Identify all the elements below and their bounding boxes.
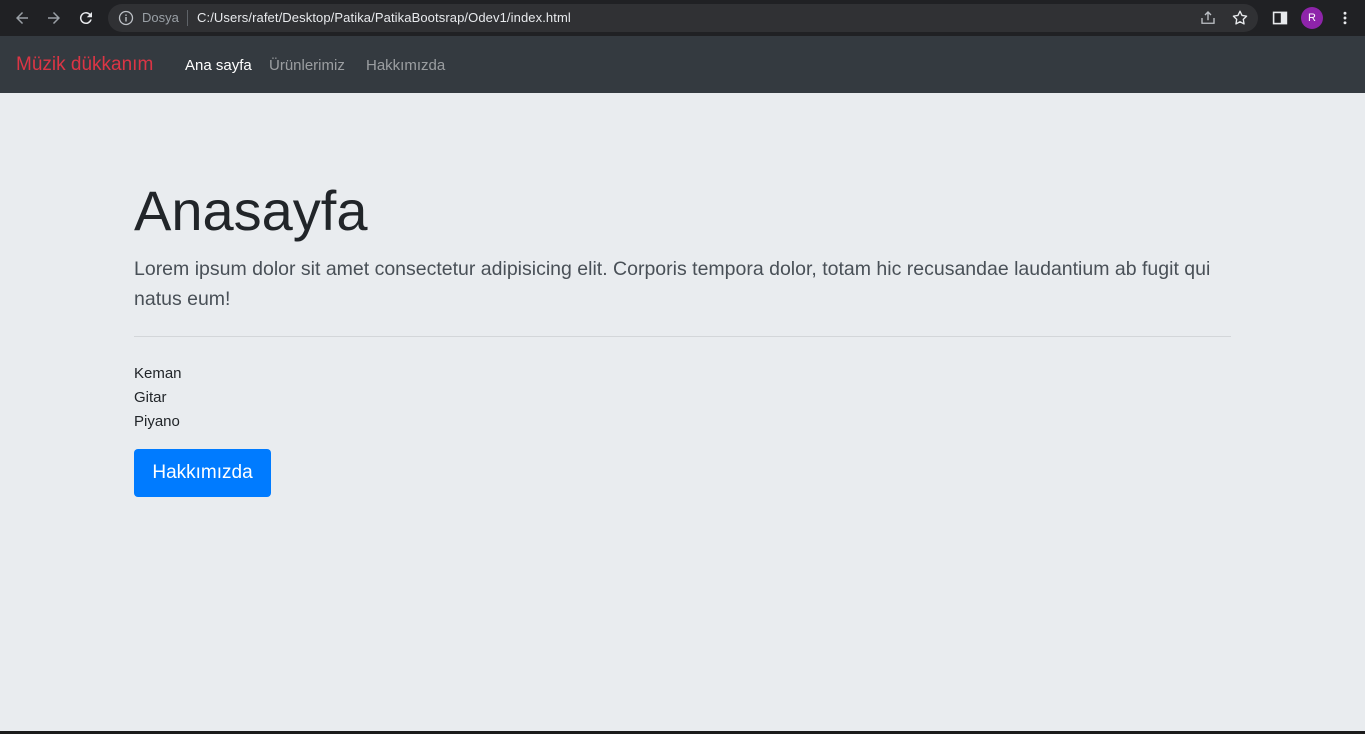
back-icon[interactable]: [10, 6, 34, 30]
browser-toolbar: Dosya C:/Users/rafet/Desktop/Patika/Pati…: [0, 0, 1365, 36]
url-text[interactable]: C:/Users/rafet/Desktop/Patika/PatikaBoot…: [197, 10, 571, 25]
list-item-keman: Keman: [134, 365, 182, 382]
info-icon[interactable]: [118, 10, 134, 26]
about-button[interactable]: Hakkımızda: [134, 449, 271, 497]
nav-link-products[interactable]: Ürünlerimiz: [269, 57, 345, 74]
forward-icon[interactable]: [42, 6, 66, 30]
reload-icon[interactable]: [74, 6, 98, 30]
nav-link-about[interactable]: Hakkımızda: [366, 57, 445, 74]
file-label: Dosya: [142, 10, 179, 25]
list-item-piyano: Piyano: [134, 413, 180, 430]
profile-avatar[interactable]: R: [1301, 7, 1323, 29]
menu-icon[interactable]: [1335, 8, 1355, 28]
lead-paragraph: Lorem ipsum dolor sit amet consectetur a…: [134, 258, 1211, 310]
share-icon[interactable]: [1199, 9, 1217, 27]
list-item-gitar: Gitar: [134, 389, 167, 406]
navbar: Müzik dükkanım Ana sayfa Ürünlerimiz Hak…: [0, 36, 1365, 93]
star-icon[interactable]: [1231, 9, 1249, 27]
horizontal-divider: [134, 336, 1231, 337]
navbar-brand[interactable]: Müzik dükkanım: [16, 54, 153, 76]
side-panel-icon[interactable]: [1270, 8, 1290, 28]
omnibox-divider: [187, 10, 188, 26]
page-title: Anasayfa: [134, 179, 368, 242]
nav-link-home[interactable]: Ana sayfa: [185, 57, 252, 74]
address-bar[interactable]: Dosya C:/Users/rafet/Desktop/Patika/Pati…: [108, 4, 1258, 32]
